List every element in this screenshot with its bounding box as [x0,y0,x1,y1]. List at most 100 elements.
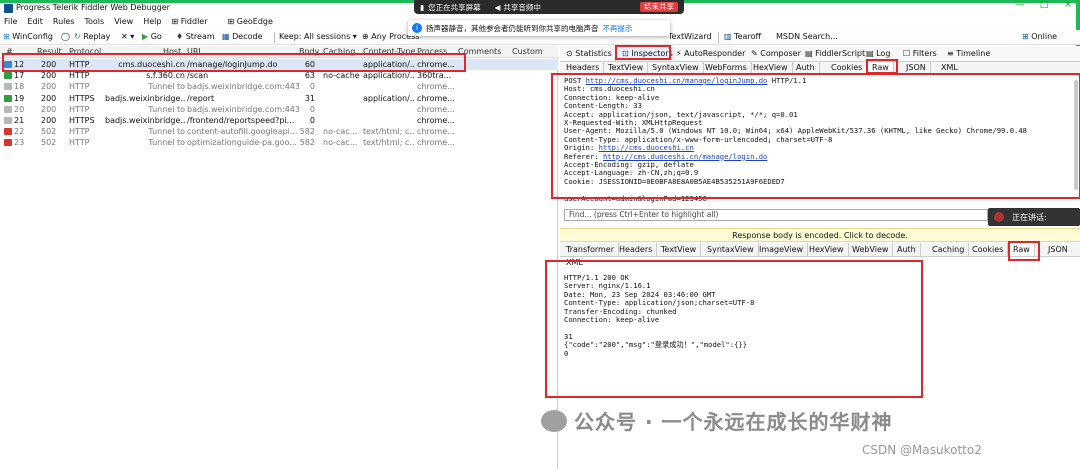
cell-body: 0 [309,104,315,114]
session-type-icon [4,139,12,147]
req-tab-textview[interactable]: TextView [604,62,649,73]
table-row[interactable]: 22 502 HTTP Tunnel to content-autofill.googl… [0,126,558,137]
menu-rules[interactable]: Rules [53,16,75,29]
decode-button[interactable]: ▦ Decode [222,30,262,44]
share-status: 您正在共享屏幕 [428,2,481,12]
log-icon: ▤ [866,49,874,58]
notice-text: 扬声器静音，其他参会者仍能听到你共享的电脑声音 [426,23,599,33]
tearoff-button[interactable]: ▥ Tearoff [724,30,761,44]
cell-id: 22 [14,127,25,137]
replay-button[interactable]: ↻ Replay [74,30,110,44]
tab-statistics[interactable]: ⊙ Statistics [566,48,612,60]
textwizard-button[interactable]: TextWizard [668,30,711,44]
resp-tab-transformer[interactable]: Transformer [562,243,620,256]
crosshair-icon: ⊕ [362,32,369,41]
resp-tab-syntaxview[interactable]: SyntaxView [703,243,759,256]
menu-fiddler[interactable]: ⊞ Fiddler [171,16,217,29]
session-type-icon [4,117,12,124]
highlight-response-raw-tab [1008,241,1040,261]
remove-button[interactable]: ✕ ▾ [121,30,134,44]
resp-tab-caching[interactable]: Caching [928,243,970,256]
tab-filters-label: Filters [912,49,937,58]
cell-body: 0 [309,116,315,125]
fiddler-logo-icon [4,4,13,13]
tearoff-label: Tearoff [734,32,761,41]
req-tab-hexview[interactable]: HexView [749,62,793,73]
req-tab-webforms[interactable]: WebForms [701,62,752,73]
find-input[interactable]: Find... (press Ctrl+Enter to highlight a… [564,209,988,221]
cell-process: chrome... [417,138,455,148]
tab-autoresponder[interactable]: ⚡ AutoResponder [676,48,745,60]
toolbar-divider [274,32,275,43]
req-tab-auth[interactable]: Auth [792,62,820,73]
wechat-watermark: 公众号 · 一个永远在成长的华财神 [574,410,893,434]
tab-timeline[interactable]: ≡ Timeline [947,48,990,60]
table-row[interactable]: 23 502 HTTP Tunnel to optimizationguide-pa.g… [0,137,558,148]
online-indicator[interactable]: ⊞ Online [1022,30,1057,44]
col-custom[interactable]: Custom [512,46,543,57]
msdn-search-input[interactable]: MSDN Search... [776,30,838,44]
table-row[interactable]: 20 200 HTTP Tunnel to badjs.weixinbridge.com… [0,104,558,115]
table-row[interactable]: 19 200 HTTPS badjs.weixinbridge..../report 3… [0,93,558,104]
resp-tab-webview[interactable]: WebView [848,243,894,256]
resp-tab-hexview[interactable]: HexView [805,243,849,256]
cell-url: optimizationguide-pa.goo... [187,138,297,148]
stop-sharing-button[interactable]: 结束共享 [640,2,678,12]
resp-tab-auth[interactable]: Auth [893,243,921,256]
resp-tab-json[interactable]: JSON [1044,243,1072,256]
cell-ctype: application/... [363,93,415,103]
network-icon: ⊞ [1022,32,1029,41]
req-tab-headers[interactable]: Headers [562,62,605,73]
cell-process: chrome... [417,116,455,125]
tab-autoresponder-label: AutoResponder [684,49,746,58]
session-type-icon [4,72,12,80]
resp-tab-cookies[interactable]: Cookies [968,243,1009,256]
table-row[interactable]: 18 200 HTTP Tunnel to badjs.weixinbridge.com… [0,81,558,92]
menu-geoedge[interactable]: ⊞ GeoEdge [228,16,283,29]
resp-tab-headers[interactable]: Headers [615,243,658,256]
comment-icon[interactable]: ◯ [61,30,70,44]
menu-tools[interactable]: Tools [84,16,104,29]
req-tab-syntaxview[interactable]: SyntaxView [648,62,704,73]
req-tab-cookies[interactable]: Cookies [827,62,868,73]
cell-host: badjs.weixinbridge.... [105,116,185,125]
table-row[interactable]: 21 200 HTTPS badjs.weixinbridge..../fronten… [0,115,558,126]
window-controls: — □ × [1008,0,1080,14]
tab-composer[interactable]: ✎ Composer [751,48,801,60]
cell-url: /report [187,93,215,103]
cell-process: chrome... [417,127,455,137]
stopwatch-icon: ⊙ [566,49,573,58]
cell-id: 23 [14,138,25,148]
req-tab-xml[interactable]: XML [937,62,962,73]
replay-icon: ↻ [74,32,81,41]
tearoff-icon: ▥ [724,32,732,41]
decode-notice-bar[interactable]: Response body is encoded. Click to decod… [560,228,1080,242]
dont-show-again-link[interactable]: 不再提示 [603,23,633,34]
cell-result: 200 [41,104,57,114]
go-button[interactable]: ▶ Go [142,30,162,44]
menu-help[interactable]: Help [143,16,161,29]
cell-process: chrome... [417,104,455,114]
tab-filters[interactable]: ☐ Filters [903,48,937,60]
resp-tab-imageview[interactable]: ImageView [755,243,809,256]
go-label: Go [150,32,162,41]
menu-edit[interactable]: Edit [27,16,43,29]
cell-host: Tunnel to [148,138,185,148]
lightning-icon: ⚡ [676,49,682,58]
cell-ctype: text/html; c... [363,127,415,137]
cell-process: chrome... [417,82,455,92]
menu-file[interactable]: File [4,16,17,29]
req-tab-json[interactable]: JSON [902,62,931,73]
highlight-response-box [545,260,923,398]
resp-tab-textview[interactable]: TextView [657,243,702,256]
winconfig-button[interactable]: ⊞ WinConfig [3,30,53,44]
keep-sessions-dropdown[interactable]: Keep: All sessions ▾ [279,30,357,44]
maximize-button[interactable]: □ [1032,0,1056,14]
tab-log-label: Log [876,49,891,58]
timeline-icon: ≡ [947,49,954,58]
cell-body: 582 [299,127,315,137]
menu-view[interactable]: View [114,16,133,29]
tab-fiddlerscript[interactable]: ▤ FiddlerScript [805,48,865,60]
stream-button[interactable]: ♦ Stream [176,30,215,44]
minimize-button[interactable]: — [1008,0,1032,14]
